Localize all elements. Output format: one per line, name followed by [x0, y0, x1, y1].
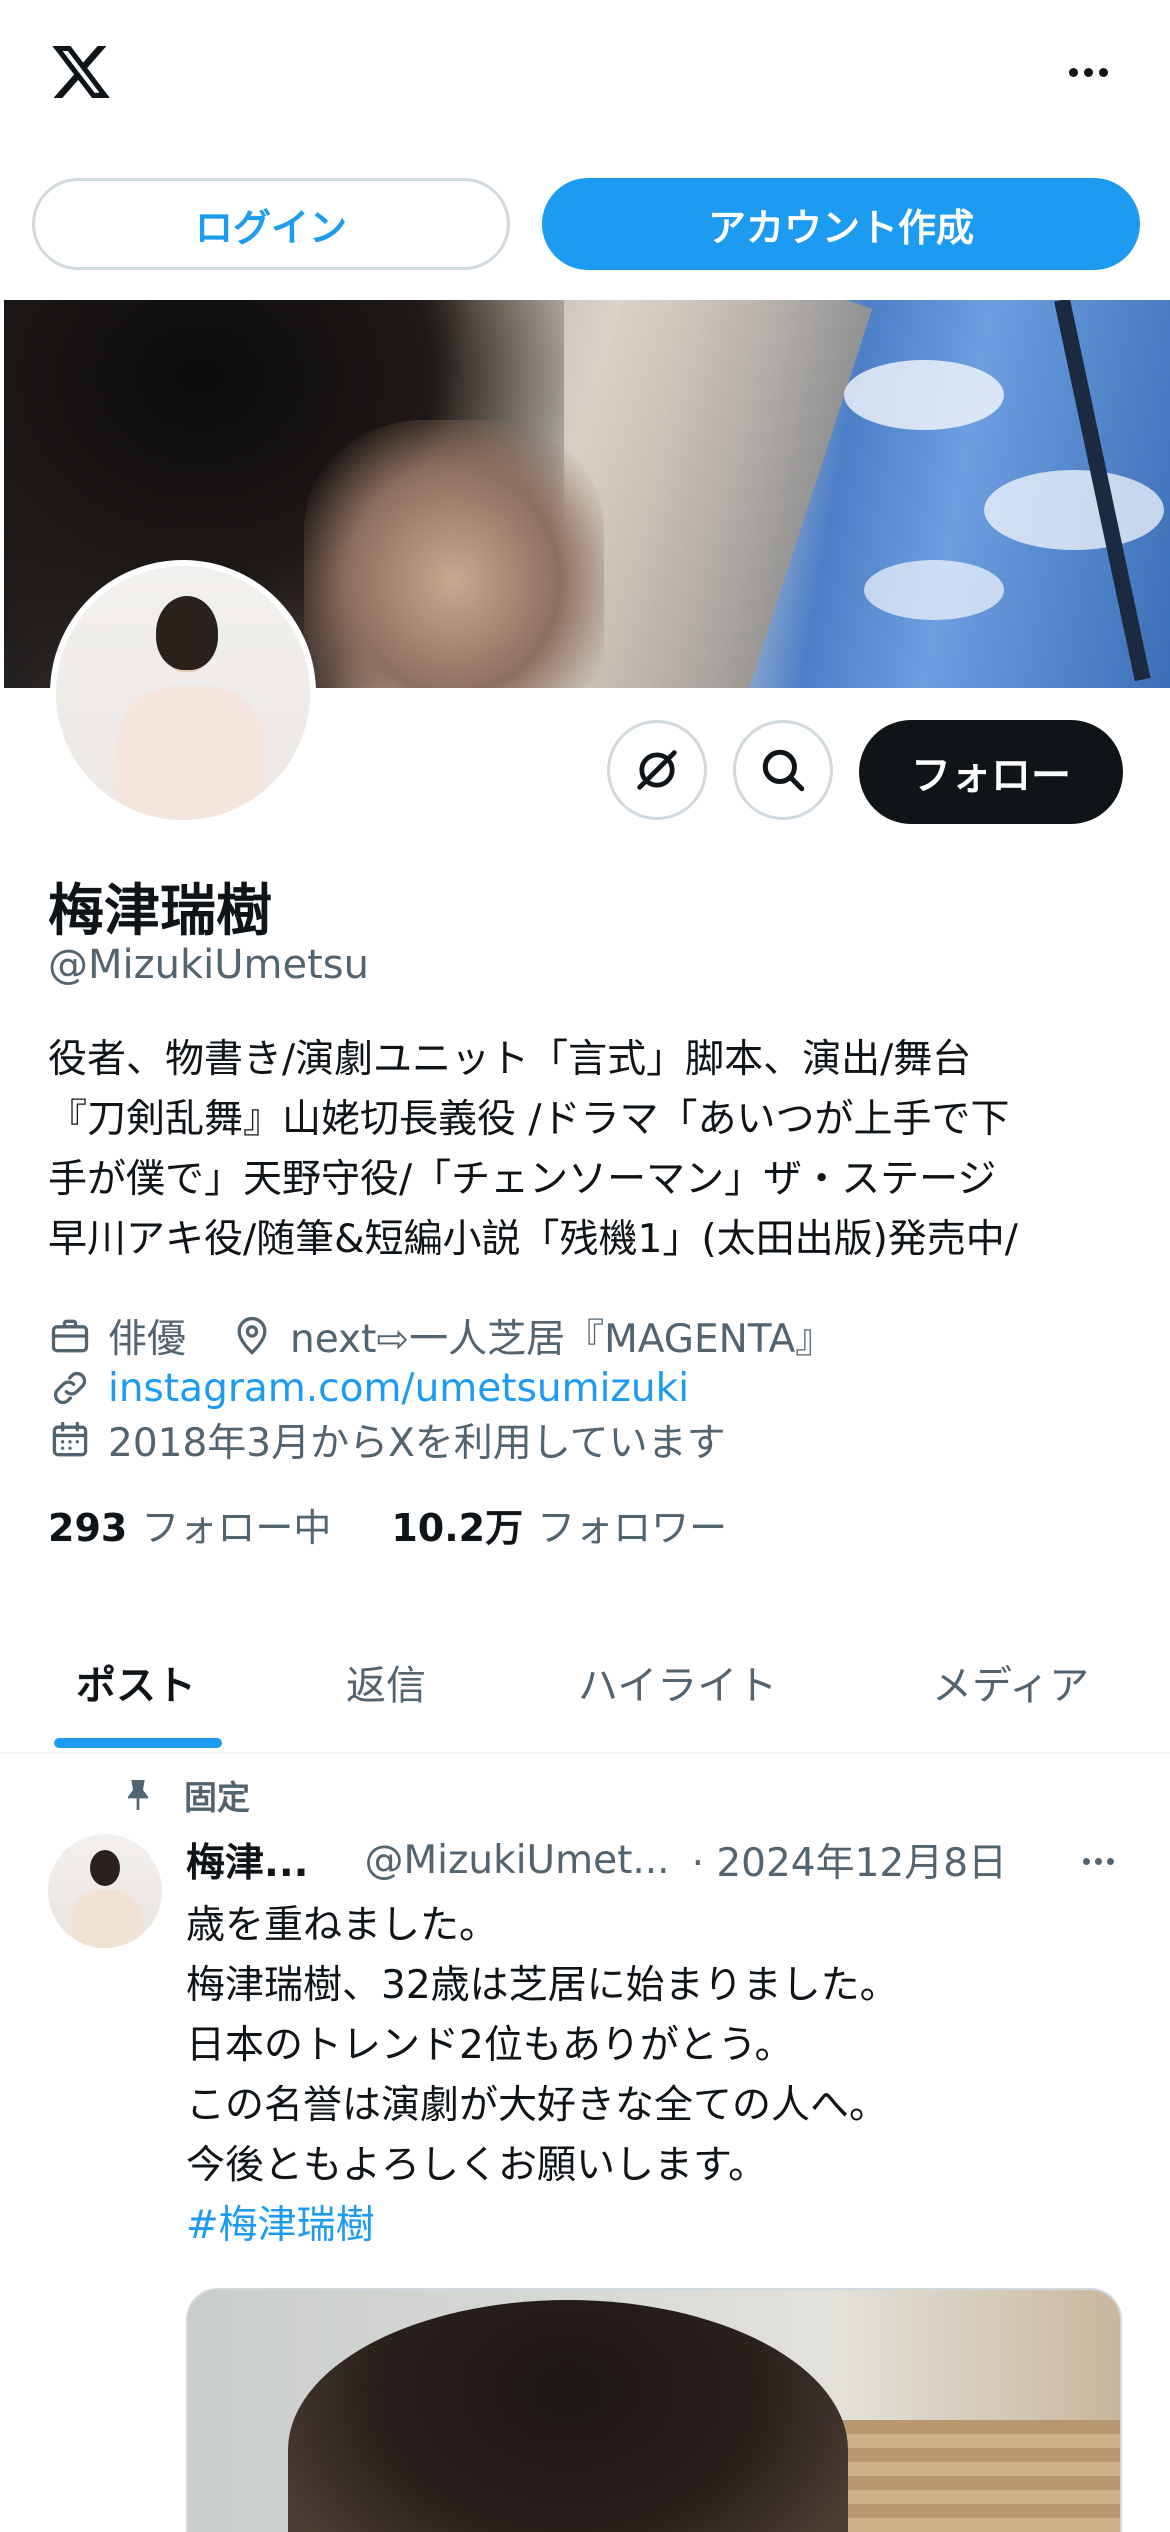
following-label: フォロー中: [141, 1505, 332, 1550]
profile-avatar[interactable]: [50, 560, 316, 826]
followers-link[interactable]: 10.2万 フォロワー: [391, 1497, 727, 1552]
display-name: 梅津瑞樹: [48, 879, 272, 944]
tab-highlights[interactable]: ハイライト: [578, 1610, 777, 1754]
briefcase-icon: [51, 1319, 89, 1353]
create-account-button[interactable]: アカウント作成: [542, 178, 1140, 270]
post-author-handle[interactable]: @MizukiUmet...: [364, 1838, 669, 1883]
bio-line: 早川アキ役/随筆&短編小説「残機1」(太田出版)発売中/: [48, 1217, 1018, 1262]
user-handle: @MizukiUmetsu: [48, 942, 369, 988]
more-options-icon[interactable]: [1060, 52, 1116, 92]
profile-meta-row: 俳優 next⇨一人芝居『MAGENTA』: [48, 1310, 834, 1362]
profile-website-link[interactable]: instagram.com/umetsumizuki: [108, 1366, 689, 1411]
post-date[interactable]: · 2024年12月8日: [692, 1832, 1008, 1888]
profile-meta-row: instagram.com/umetsumizuki: [48, 1362, 689, 1414]
post-media-image[interactable]: [186, 2288, 1122, 2532]
post-line: この名誉は演劇が大好きな全ての人へ。: [186, 2083, 889, 2128]
pinned-label: 固定: [184, 1778, 250, 1817]
circle-slash-icon: [637, 750, 677, 790]
profile-joined-date: 2018年3月からXを利用しています: [108, 1421, 726, 1466]
following-link[interactable]: 293 フォロー中: [48, 1497, 331, 1552]
pin-icon: [128, 1780, 148, 1810]
follow-stats: 293 フォロー中 10.2万 フォロワー: [48, 1498, 727, 1550]
search-icon: [762, 749, 805, 792]
post-line: 歳を重ねました。: [186, 1903, 499, 1948]
bio-line: 役者、物書き/演劇ユニット「言式」脚本、演出/舞台: [48, 1037, 972, 1082]
profile-tabs: ポスト 返信 ハイライト メディア: [0, 1610, 1170, 1754]
grok-off-button[interactable]: [607, 720, 707, 820]
tab-posts[interactable]: ポスト: [76, 1610, 196, 1754]
profile-category: 俳優: [108, 1317, 187, 1362]
profile-location: next⇨一人芝居『MAGENTA』: [290, 1317, 835, 1362]
follow-button[interactable]: フォロー: [859, 720, 1123, 824]
link-icon: [53, 1371, 87, 1405]
auth-buttons: ログイン アカウント作成: [32, 178, 1140, 270]
tab-media[interactable]: メディア: [932, 1610, 1089, 1754]
post-header: 梅津... @MizukiUmet... · 2024年12月8日: [186, 1830, 1146, 1890]
bio-line: 手が僕で」天野守役/「チェンソーマン」ザ・ステージ: [48, 1157, 997, 1202]
followers-count: 10.2万: [391, 1505, 524, 1550]
pinned-indicator: 固定: [118, 1770, 250, 1820]
post-line: 梅津瑞樹、32歳は芝居に始まりました。: [186, 1963, 899, 2008]
tab-replies[interactable]: 返信: [346, 1610, 426, 1754]
profile-meta-row: 2018年3月からXを利用しています: [48, 1414, 726, 1466]
post-line: 日本のトレンド2位もありがとう。: [186, 2023, 794, 2068]
post-line: 今後ともよろしくお願いします。: [186, 2143, 768, 2188]
profile-bio: 役者、物書き/演劇ユニット「言式」脚本、演出/舞台 『刀剣乱舞』山姥切長義役 /…: [48, 1030, 1128, 1270]
post-hashtag[interactable]: #梅津瑞樹: [186, 2196, 1126, 2256]
calendar-icon: [52, 1421, 88, 1457]
post-author-avatar[interactable]: [48, 1834, 162, 1948]
login-button[interactable]: ログイン: [32, 178, 510, 270]
active-tab-indicator: [54, 1738, 222, 1748]
post-more-icon[interactable]: [1074, 1846, 1122, 1876]
post-author-name[interactable]: 梅津...: [186, 1832, 308, 1888]
top-bar: [0, 0, 1170, 150]
following-count: 293: [48, 1505, 128, 1550]
location-pin-icon: [237, 1316, 267, 1355]
followers-label: フォロワー: [537, 1505, 728, 1550]
search-profile-button[interactable]: [733, 720, 833, 820]
bio-line: 『刀剣乱舞』山姥切長義役 /ドラマ「あいつが上手で下: [48, 1097, 1010, 1142]
post-text: 歳を重ねました。 梅津瑞樹、32歳は芝居に始まりました。 日本のトレンド2位もあ…: [186, 1896, 1126, 2256]
x-logo-icon[interactable]: [46, 40, 116, 104]
